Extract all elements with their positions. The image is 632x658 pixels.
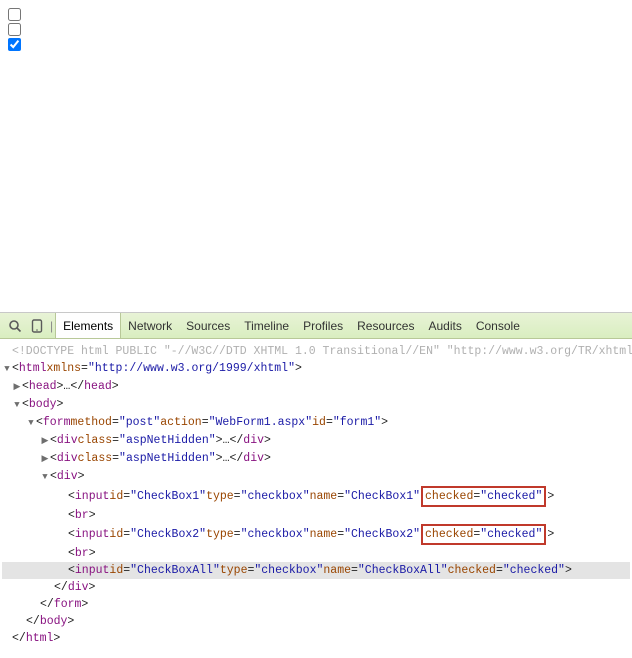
tree-row[interactable]: <form method="post" action="WebForm1.asp… [2,414,630,432]
tab-profiles[interactable]: Profiles [296,313,350,338]
tab-elements[interactable]: Elements [55,313,121,338]
doctype-text: <!DOCTYPE html PUBLIC "-//W3C//DTD XHTML… [12,343,632,360]
tree-row[interactable]: <br> [2,507,630,524]
chevron-down-icon[interactable] [40,469,50,486]
tab-audits[interactable]: Audits [421,313,468,338]
devtools-toolbar: | Elements Network Sources Timeline Prof… [0,313,632,339]
checkbox-all[interactable] [8,38,21,51]
chevron-right-icon[interactable] [40,433,50,450]
tree-row[interactable]: <div> [2,468,630,486]
tab-timeline[interactable]: Timeline [237,313,296,338]
tree-row[interactable]: <input id="CheckBox1" type="checkbox" na… [2,486,630,507]
tab-console[interactable]: Console [469,313,527,338]
separator: | [50,319,53,333]
chevron-down-icon[interactable] [12,397,22,414]
tree-row[interactable]: <div class="aspNetHidden">…</div> [2,450,630,468]
tree-row[interactable]: <div class="aspNetHidden">…</div> [2,432,630,450]
tree-row[interactable]: </form> [2,596,630,613]
tree-row[interactable]: </div> [2,579,630,596]
tree-row[interactable]: </html> [2,630,630,647]
search-icon[interactable] [4,315,26,337]
tree-row[interactable]: <html xmlns="http://www.w3.org/1999/xhtm… [2,360,630,378]
chevron-down-icon[interactable] [2,361,12,378]
tree-row[interactable]: <br> [2,545,630,562]
checkbox-1[interactable] [8,8,21,21]
tab-network[interactable]: Network [121,313,179,338]
tree-row-selected[interactable]: <input id="CheckBoxAll" type="checkbox" … [2,562,630,579]
devtools-panel: | Elements Network Sources Timeline Prof… [0,312,632,651]
tab-sources[interactable]: Sources [179,313,237,338]
annotation-box: checked="checked" [421,486,546,507]
device-icon[interactable] [26,315,48,337]
chevron-down-icon[interactable] [26,415,36,432]
tree-row[interactable]: <input id="CheckBox2" type="checkbox" na… [2,524,630,545]
annotation-box: checked="checked" [421,524,546,545]
page-content [0,0,632,312]
chevron-right-icon[interactable] [40,451,50,468]
elements-tree[interactable]: <!DOCTYPE html PUBLIC "-//W3C//DTD XHTML… [0,339,632,651]
tab-resources[interactable]: Resources [350,313,421,338]
tree-row[interactable]: <body> [2,396,630,414]
tree-row[interactable]: <!DOCTYPE html PUBLIC "-//W3C//DTD XHTML… [2,343,630,360]
checkbox-2[interactable] [8,23,21,36]
tree-row[interactable]: <head>…</head> [2,378,630,396]
chevron-right-icon[interactable] [12,379,22,396]
